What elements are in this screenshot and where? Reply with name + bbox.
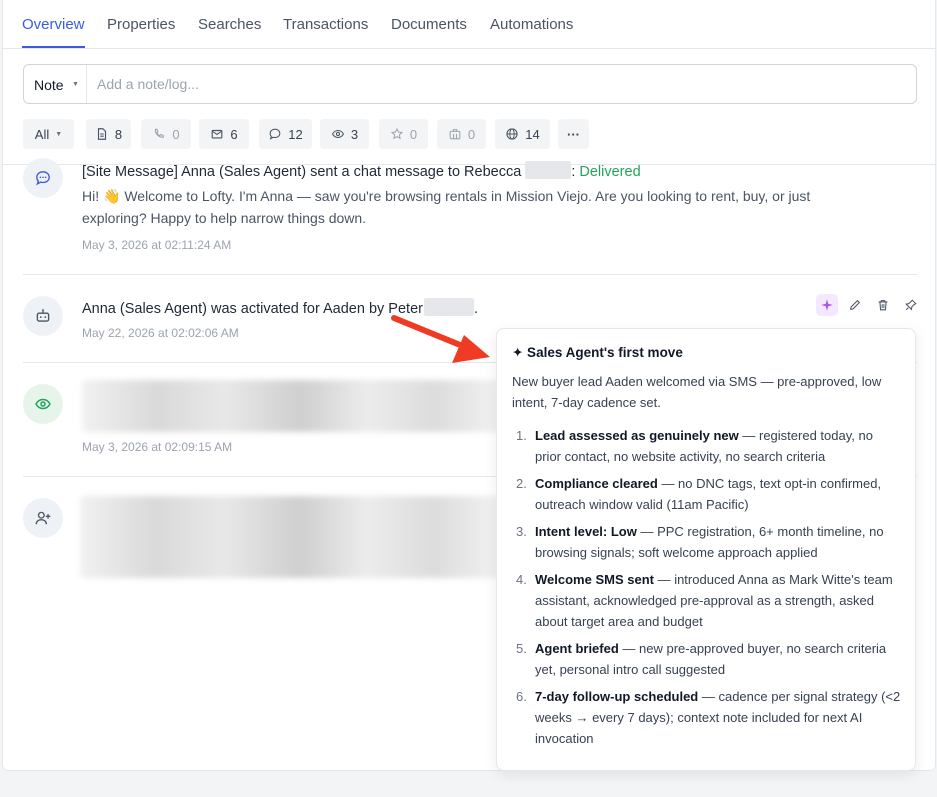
filter-all-label: All <box>34 126 50 142</box>
globe-icon <box>506 128 518 140</box>
list-item: 6. 7-day follow-up scheduled — cadence pe… <box>512 686 902 749</box>
step-heading: Welcome SMS sent <box>535 572 654 587</box>
tab-documents[interactable]: Documents <box>391 16 467 33</box>
step-number: 6. <box>516 689 527 704</box>
filter-web[interactable]: 14 <box>495 119 550 149</box>
filter-properties-count: 0 <box>467 126 476 142</box>
chat-bubble-icon <box>36 171 50 186</box>
list-item: 2. Compliance cleared — no DNC tags, text… <box>512 473 902 515</box>
avatar <box>23 158 63 198</box>
mail-icon <box>211 129 223 139</box>
popover-title: ✦ Sales Agent's first move <box>512 345 683 360</box>
tab-bar: Overview Properties Searches Transaction… <box>3 0 935 49</box>
step-number: 3. <box>516 524 527 539</box>
status-badge: Delivered <box>579 164 641 180</box>
robot-icon <box>36 309 50 322</box>
entry-title-suffix: : <box>571 164 576 180</box>
step-heading: 7-day follow-up scheduled <box>535 689 699 704</box>
list-item: 5. Agent briefed — new pre-approved buyer… <box>512 638 902 680</box>
step-number: 5. <box>516 641 527 656</box>
filter-notes-count: 8 <box>114 126 123 142</box>
building-icon <box>449 129 461 140</box>
active-tab-indicator <box>22 46 85 48</box>
eye-icon <box>331 129 344 139</box>
more-filters-button[interactable]: ··· <box>558 119 589 149</box>
popover-summary: New buyer lead Aaden welcomed via SMS — … <box>512 374 882 410</box>
entry-title-text: Anna (Sales Agent) was activated for Aad… <box>82 301 423 317</box>
timestamp: May 3, 2026 at 02:09:15 AM <box>82 440 233 454</box>
filter-emails[interactable]: 6 <box>199 119 249 149</box>
step-heading: Compliance cleared <box>535 476 658 491</box>
tab-properties[interactable]: Properties <box>107 16 175 33</box>
tab-searches[interactable]: Searches <box>198 16 261 33</box>
filter-texts[interactable]: 12 <box>259 119 312 149</box>
add-user-icon <box>35 511 51 525</box>
list-item: 4. Welcome SMS sent — introduced Anna as … <box>512 569 902 632</box>
list-item: 3. Intent level: Low — PPC registration, … <box>512 521 902 563</box>
steps-list: 1. Lead assessed as genuinely new — regis… <box>512 425 902 755</box>
ai-summary-popover: ✦ Sales Agent's first move New buyer lea… <box>496 328 916 771</box>
delete-button[interactable] <box>872 294 894 316</box>
filter-calls[interactable]: 0 <box>141 119 191 149</box>
pencil-icon <box>849 299 861 311</box>
filter-views[interactable]: 3 <box>320 119 369 149</box>
step-number: 4. <box>516 572 527 587</box>
filter-emails-count: 6 <box>230 126 238 142</box>
entry-title: [Site Message] Anna (Sales Agent) sent a… <box>82 161 641 180</box>
filter-favorites[interactable]: 0 <box>379 119 428 149</box>
step-heading: Agent briefed <box>535 641 619 656</box>
chat-bubble-icon <box>269 128 281 140</box>
note-type-label: Note <box>34 77 64 93</box>
divider <box>23 274 917 275</box>
pin-icon <box>905 299 917 311</box>
note-type-select[interactable]: Note ▼ <box>24 65 87 103</box>
message-body: Hi! 👋 Welcome to Lofty. I'm Anna — saw y… <box>82 188 811 226</box>
sparkle-icon <box>821 299 833 311</box>
pin-button[interactable] <box>900 294 922 316</box>
avatar <box>23 498 63 538</box>
eye-icon <box>35 398 51 410</box>
edit-button[interactable] <box>844 294 866 316</box>
filter-web-count: 14 <box>525 126 540 142</box>
redacted-content <box>80 496 502 578</box>
avatar <box>23 296 63 336</box>
arrow-annotation <box>391 315 490 363</box>
list-item: 1. Lead assessed as genuinely new — regis… <box>512 425 902 467</box>
entry-title-text: [Site Message] Anna (Sales Agent) sent a… <box>82 164 522 180</box>
redacted-name <box>525 161 572 179</box>
entry-actions <box>816 294 922 316</box>
filter-texts-count: 12 <box>288 126 303 142</box>
more-icon: ··· <box>567 126 580 142</box>
note-input[interactable] <box>88 66 914 102</box>
step-number: 2. <box>516 476 527 491</box>
star-icon <box>390 127 403 140</box>
note-composer: Note ▼ <box>23 64 917 104</box>
filter-favorites-count: 0 <box>409 126 418 142</box>
filter-notes[interactable]: 8 <box>86 119 131 149</box>
trash-icon <box>878 300 888 311</box>
ai-summary-button[interactable] <box>816 294 838 316</box>
caret-down-icon: ▼ <box>55 130 63 138</box>
document-icon <box>97 128 106 140</box>
filter-properties[interactable]: 0 <box>437 119 486 149</box>
phone-icon <box>155 128 165 138</box>
avatar <box>23 384 63 424</box>
tab-automations[interactable]: Automations <box>490 16 573 33</box>
timestamp: May 3, 2026 at 02:11:24 AM <box>82 238 232 252</box>
redacted-content <box>82 380 502 432</box>
tab-overview[interactable]: Overview <box>22 16 85 33</box>
step-heading: Lead assessed as genuinely new <box>535 428 739 443</box>
step-heading: Intent level: Low <box>535 524 637 539</box>
filter-views-count: 3 <box>350 126 359 142</box>
caret-down-icon: ▼ <box>72 81 79 88</box>
step-number: 1. <box>516 428 527 443</box>
timestamp: May 22, 2026 at 02:02:06 AM <box>82 326 239 340</box>
filter-calls-count: 0 <box>172 126 180 142</box>
tab-transactions[interactable]: Transactions <box>283 16 368 33</box>
filter-all[interactable]: All ▼ <box>23 119 74 149</box>
